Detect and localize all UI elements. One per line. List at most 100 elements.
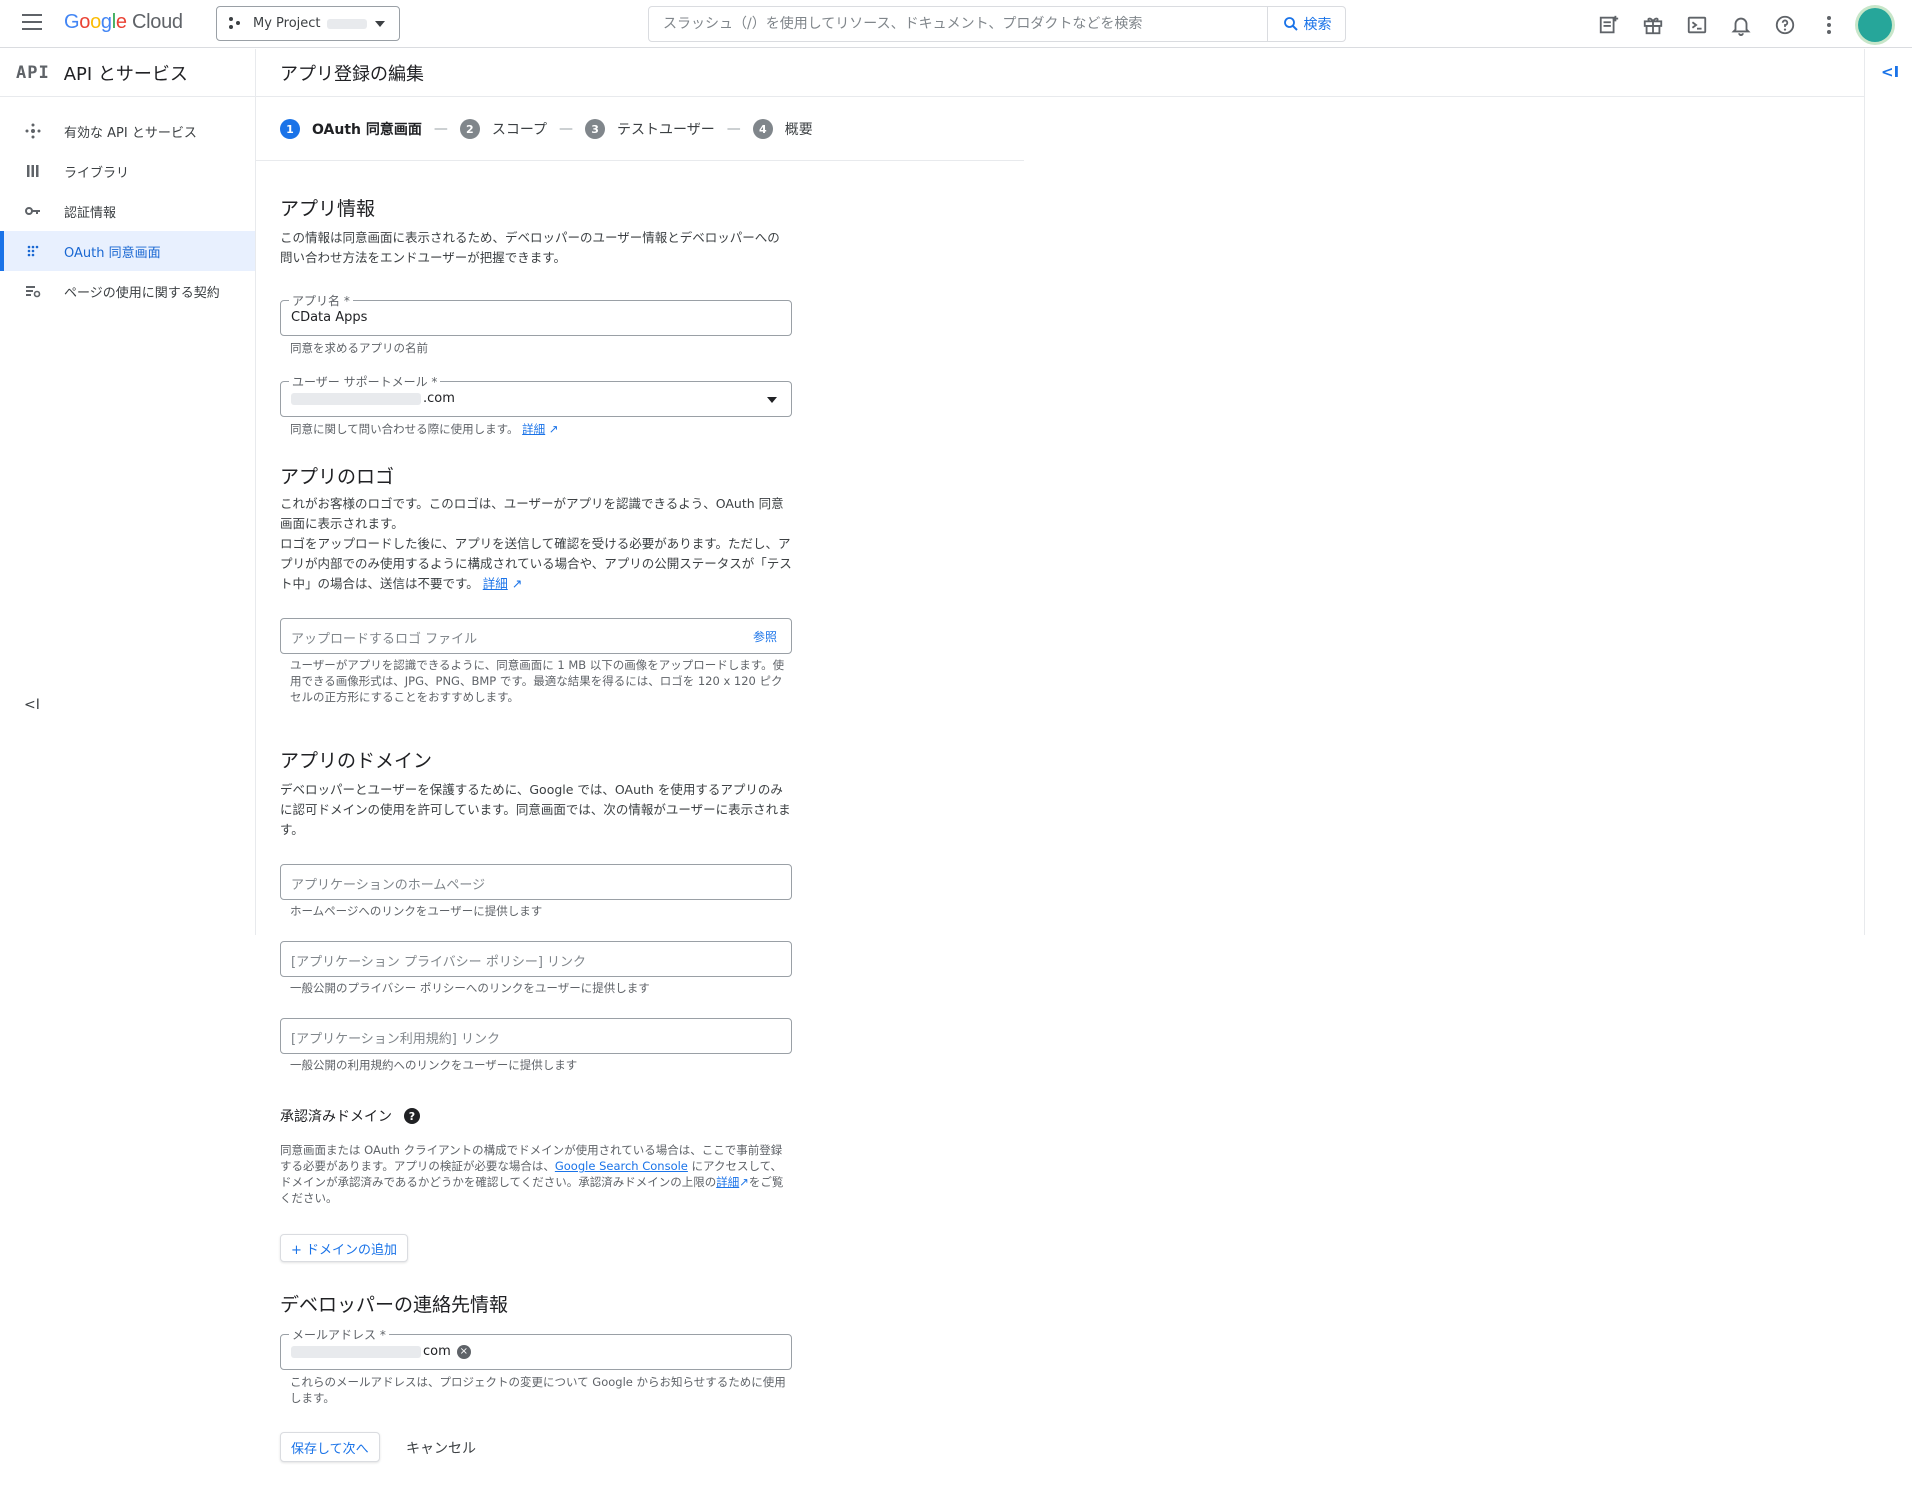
support-email-label: ユーザー サポートメール * [289, 373, 441, 390]
api-logo: API [16, 62, 50, 83]
support-email-select[interactable]: ユーザー サポートメール * .com [280, 373, 792, 417]
app-logo-description-1: これがお客様のロゴです。このロゴは、ユーザーがアプリを認識できるよう、OAuth… [280, 496, 784, 531]
bell-icon[interactable] [1726, 10, 1756, 40]
top-bar: Google Cloud My Project 検索 [0, 0, 1912, 48]
support-email-suffix: .com [423, 391, 455, 406]
save-and-continue-button[interactable]: 保存して次へ [280, 1432, 380, 1462]
top-icons [1594, 8, 1892, 42]
app-logo-heading: アプリのロゴ [280, 466, 395, 488]
homepage-hint: ホームページへのリンクをユーザーに提供します [290, 904, 543, 918]
privacy-policy-field[interactable]: [アプリケーション プライバシー ポリシー] リンク [280, 941, 792, 977]
cancel-button[interactable]: キャンセル [406, 1438, 476, 1458]
details-link[interactable]: 詳細 [522, 422, 545, 436]
more-vert-icon[interactable] [1814, 10, 1844, 40]
authorized-domains-heading: 承認済みドメイン ? [280, 1106, 420, 1126]
key-icon [24, 202, 42, 220]
hub-icon [24, 122, 42, 140]
step-1-number: 1 [280, 119, 300, 139]
library-icon [24, 162, 42, 180]
authorized-domains-description: 同意画面または OAuth クライアントの構成でドメインが使用されている場合は、… [280, 1143, 784, 1205]
project-id-redacted [326, 18, 367, 29]
homepage-placeholder: アプリケーションのホームページ [291, 878, 486, 893]
dropdown-arrow-icon [767, 397, 777, 403]
sidebar-item-library[interactable]: ライブラリ [0, 151, 255, 191]
sidebar-item-credentials[interactable]: 認証情報 [0, 191, 255, 231]
help-icon[interactable] [1770, 10, 1800, 40]
project-name: My Project [253, 16, 321, 31]
terms-of-service-placeholder: [アプリケーション利用規約] リンク [291, 1032, 501, 1047]
external-link-icon: ↗ [739, 1175, 749, 1189]
collapse-nav-icon[interactable]: <I [24, 697, 40, 713]
app-info-heading: アプリ情報 [280, 198, 376, 220]
search-button[interactable]: 検索 [1267, 7, 1345, 41]
chevron-down-icon [375, 21, 385, 27]
step-3-label[interactable]: テストユーザー [617, 119, 715, 139]
app-domain-heading: アプリのドメイン [280, 750, 433, 772]
app-name-field[interactable]: アプリ名 * CData Apps [280, 292, 792, 336]
step-2-number: 2 [459, 119, 480, 139]
step-separator: — [559, 121, 574, 137]
developer-email-hint: これらのメールアドレスは、プロジェクトの変更について Google からお知らせ… [290, 1375, 786, 1405]
sidebar-item-oauth-consent[interactable]: OAuth 同意画面 [0, 231, 255, 271]
project-icon [229, 16, 245, 31]
logo-upload-field[interactable]: アップロードするロゴ ファイル 参照 [280, 618, 792, 654]
remove-chip-icon[interactable]: × [456, 1344, 471, 1359]
external-link-icon: ↗ [548, 422, 559, 436]
step-4-label[interactable]: 概要 [785, 119, 813, 139]
step-2-label[interactable]: スコープ [492, 119, 547, 139]
notes-icon[interactable] [1594, 10, 1624, 40]
developer-email-field[interactable]: メールアドレス * com × [280, 1326, 792, 1370]
external-link-icon: ↗ [511, 576, 523, 591]
sidebar-item-page-agreements[interactable]: ページの使用に関する契約 [0, 271, 255, 311]
terms-of-service-hint: 一般公開の利用規約へのリンクをユーザーに提供します [290, 1058, 578, 1072]
support-email-hint: 同意に関して問い合わせる際に使用します。 詳細 ↗ [290, 422, 559, 436]
google-cloud-logo[interactable]: Google Cloud [64, 11, 183, 34]
stepper-divider [256, 160, 1024, 161]
terms-of-service-field[interactable]: [アプリケーション利用規約] リンク [280, 1018, 792, 1054]
homepage-field[interactable]: アプリケーションのホームページ [280, 864, 792, 900]
app-info-description: この情報は同意画面に表示されるため、デベロッパーのユーザー情報とデベロッパーへの… [280, 230, 780, 265]
agreement-icon [24, 282, 42, 300]
browse-button[interactable]: 参照 [753, 628, 777, 645]
collapse-panel-icon[interactable]: <I [1881, 63, 1899, 81]
email-chip: com × [291, 1344, 471, 1359]
developer-contact-heading: デベロッパーの連絡先情報 [280, 1294, 509, 1316]
details-link[interactable]: 詳細 [483, 576, 508, 591]
consent-icon [24, 242, 42, 260]
help-icon[interactable]: ? [404, 1108, 420, 1124]
avatar[interactable] [1858, 8, 1892, 42]
nav-title: API とサービス [63, 63, 188, 85]
app-name-label: アプリ名 * [289, 292, 353, 309]
stepper: 1 OAuth 同意画面 — 2 スコープ — 3 テストユーザー — 4 概要 [280, 116, 813, 142]
logo-upload-placeholder: アップロードするロゴ ファイル [291, 632, 478, 647]
sidebar-item-enabled-apis[interactable]: 有効な API とサービス [0, 111, 255, 151]
app-domain-description: デベロッパーとユーザーを保護するために、Google では、OAuth を使用す… [280, 782, 791, 837]
page-title: アプリ登録の編集 [256, 49, 1864, 97]
search-bar: 検索 [648, 6, 1346, 42]
redacted-email [291, 392, 421, 405]
search-icon [1283, 17, 1298, 31]
google-search-console-link[interactable]: Google Search Console [555, 1159, 688, 1173]
project-picker[interactable]: My Project [216, 6, 400, 41]
right-panel-rail: <I [1864, 49, 1912, 935]
main-menu-icon[interactable] [22, 14, 42, 30]
step-3-number: 3 [585, 119, 606, 139]
search-input[interactable] [649, 7, 1267, 41]
side-nav: API API とサービス 有効な API とサービス ライブラリ 認証情報 O… [0, 49, 256, 935]
terminal-icon[interactable] [1682, 10, 1712, 40]
logo-upload-hint: ユーザーがアプリを認識できるように、同意画面に 1 MB 以下の画像をアップロー… [290, 658, 785, 704]
nav-items: 有効な API とサービス ライブラリ 認証情報 OAuth 同意画面 ページの… [0, 97, 255, 311]
step-separator: — [433, 121, 448, 137]
app-logo-description-2: ロゴをアップロードした後に、アプリを送信して確認を受ける必要があります。ただし、… [280, 536, 792, 591]
privacy-policy-hint: 一般公開のプライバシー ポリシーへのリンクをユーザーに提供します [290, 981, 650, 995]
app-name-value: CData Apps [291, 310, 368, 325]
step-separator: — [726, 121, 741, 137]
step-1-label[interactable]: OAuth 同意画面 [312, 119, 422, 139]
details-link[interactable]: 詳細 [716, 1175, 739, 1189]
add-domain-button[interactable]: + ドメインの追加 [280, 1234, 409, 1262]
app-name-hint: 同意を求めるアプリの名前 [290, 341, 428, 355]
gift-icon[interactable] [1638, 10, 1668, 40]
step-4-number: 4 [752, 119, 773, 139]
nav-header: API API とサービス [0, 49, 255, 97]
developer-email-label: メールアドレス * [289, 1326, 389, 1343]
